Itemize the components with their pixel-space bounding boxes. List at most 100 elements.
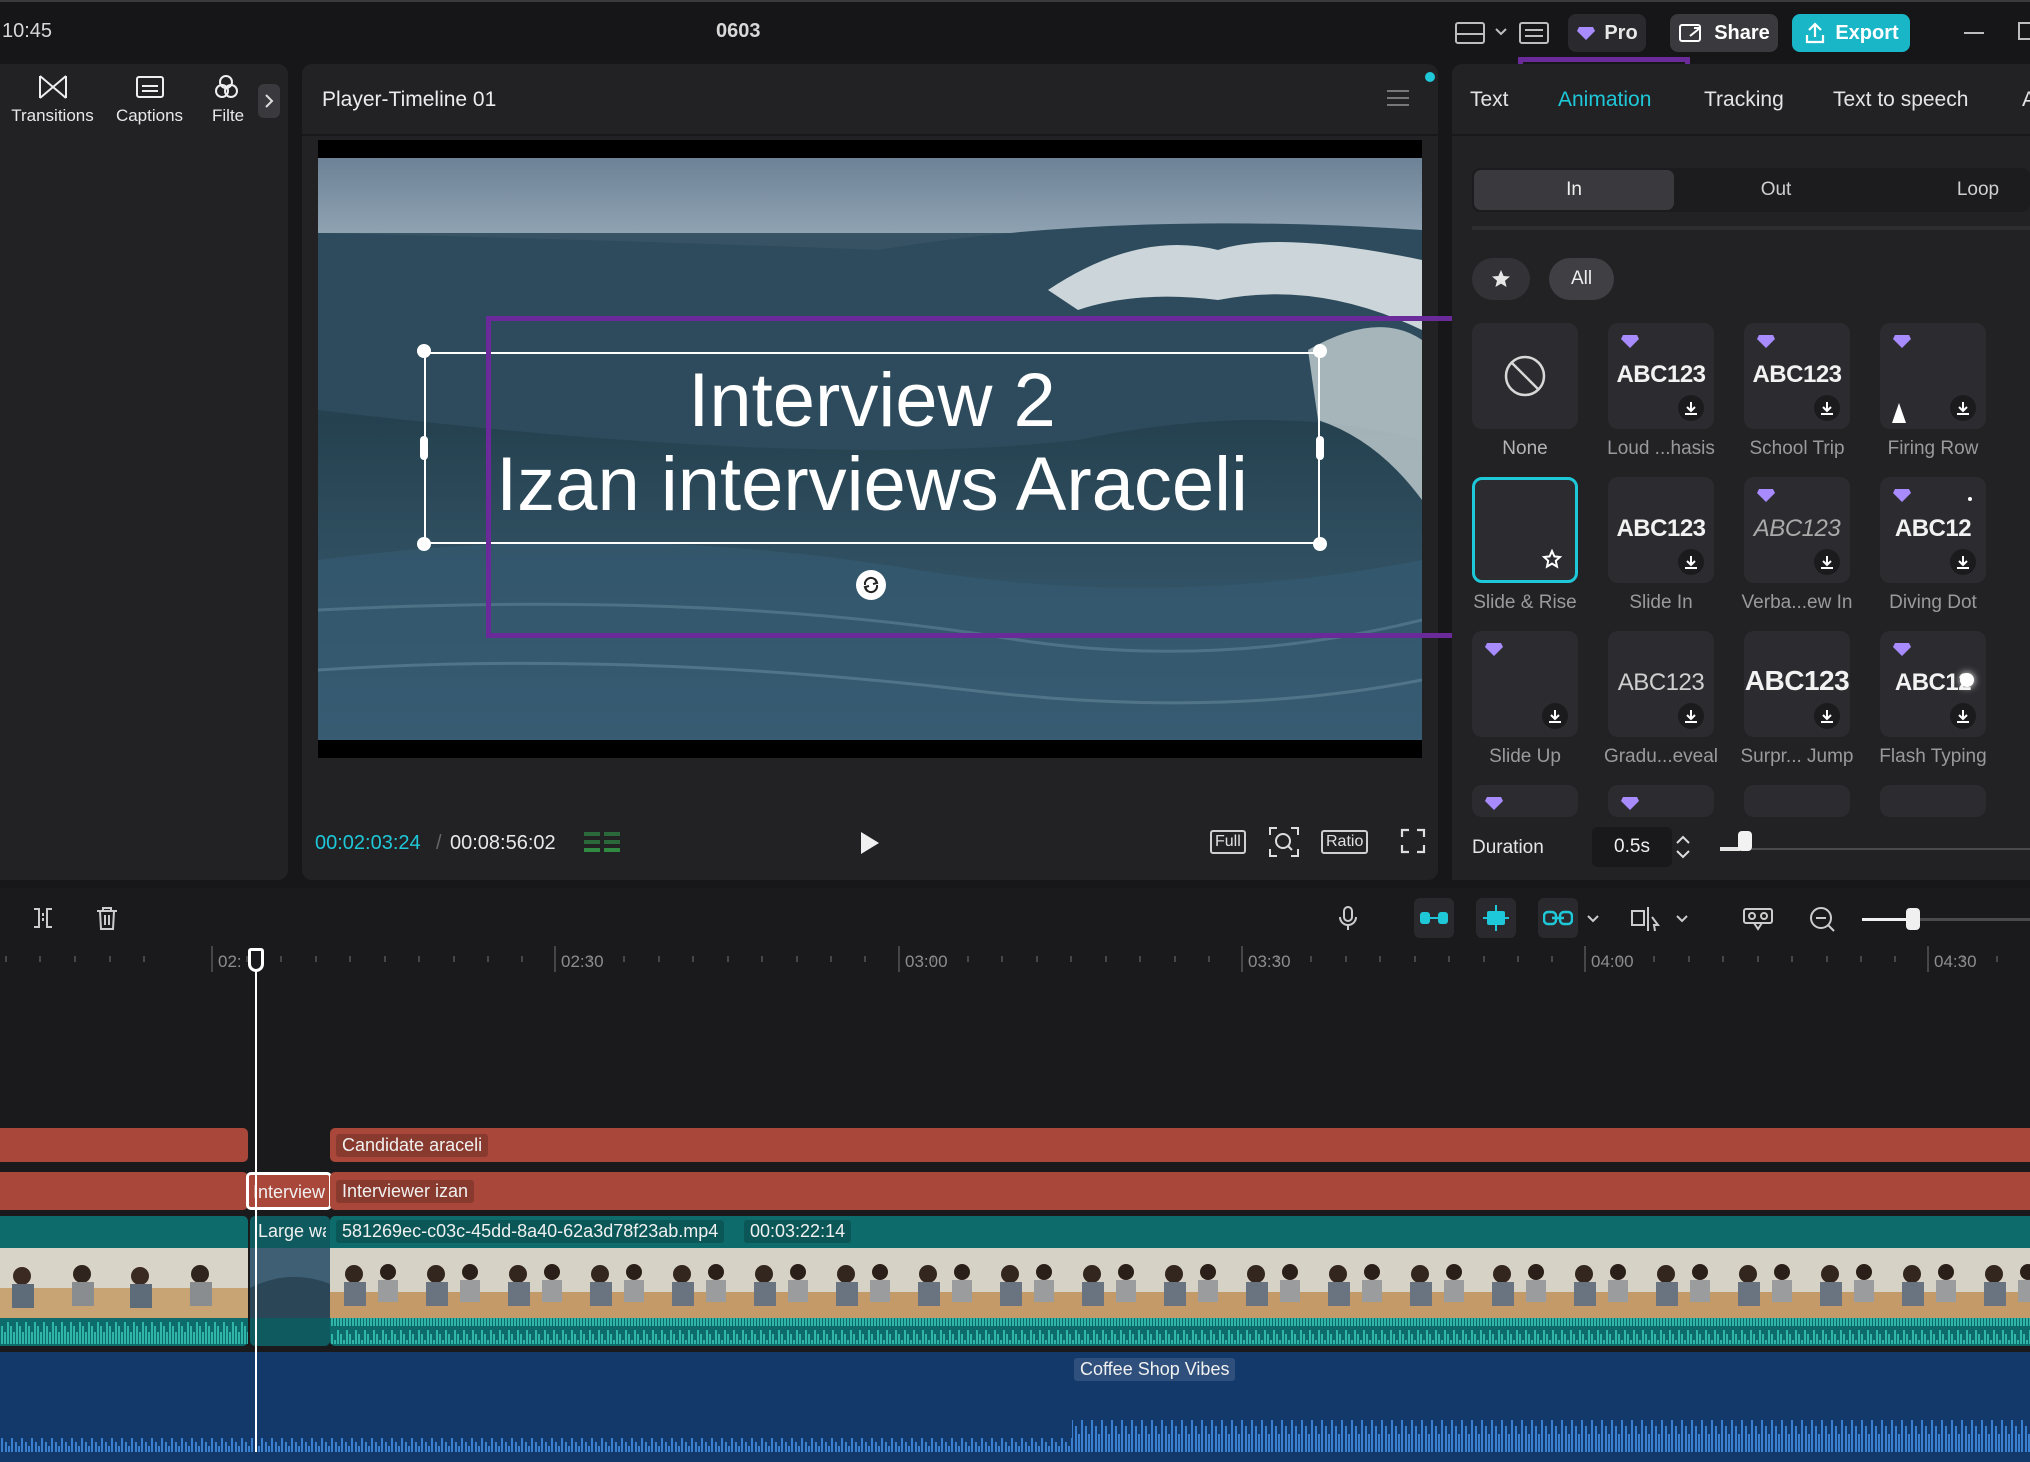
duration-slider-fill [1720,847,1740,851]
text-clip-interviewer[interactable]: Interviewer izan [330,1172,2030,1210]
glow-icon [1960,673,1974,687]
audio-clip-music[interactable]: Coffee Shop Vibes [0,1352,2030,1462]
captions-tool[interactable]: Captions [102,72,197,126]
segment-out[interactable]: Out [1676,170,1876,210]
download-icon[interactable] [1814,549,1840,575]
tab-text-to-speech[interactable]: Text to speech [1833,88,1968,112]
download-icon[interactable] [1814,395,1840,421]
text-clip[interactable] [0,1128,248,1162]
chevron-down-icon[interactable] [1494,22,1508,47]
layout-icon[interactable] [1454,20,1488,51]
download-icon[interactable] [1814,703,1840,729]
duration-slider-handle[interactable] [1738,831,1752,851]
media-panel [0,64,288,880]
animation-card[interactable] [1880,323,1986,429]
animation-card[interactable] [1744,785,1850,817]
favorites-filter[interactable] [1472,258,1530,300]
animation-card-label: Slide & Rise [1473,592,1577,613]
download-icon[interactable] [1542,703,1568,729]
animation-card[interactable]: ABC12 [1880,631,1986,737]
ratio-button[interactable]: Ratio [1321,830,1369,854]
text-clip-selected[interactable]: Interview [246,1172,332,1210]
player-menu-icon[interactable] [1386,88,1410,113]
record-voice-button[interactable] [1335,905,1361,936]
split-button[interactable] [30,905,56,936]
shortcuts-icon[interactable] [1518,20,1552,51]
main-track-magnet-button[interactable] [1414,898,1454,938]
clip-label: Candidate araceli [336,1134,489,1157]
duration-label: Duration [1472,837,1544,858]
pro-button[interactable]: Pro [1568,14,1646,52]
linkage-button[interactable] [1538,898,1578,938]
animation-card[interactable] [1472,323,1578,429]
segment-in[interactable]: In [1474,170,1674,210]
delete-button[interactable] [94,905,120,936]
all-filter[interactable]: All [1549,258,1614,300]
duration-stepper[interactable] [1674,833,1692,866]
linkage-dropdown[interactable] [1586,912,1600,931]
favorite-star-icon[interactable] [1539,546,1565,572]
fullscreen-button[interactable] [1400,828,1426,859]
zoom-fit-button[interactable] [1268,826,1300,863]
download-icon[interactable] [1678,549,1704,575]
timeline-ruler[interactable] [0,942,2030,976]
animation-card[interactable]: ABC123 [1608,631,1714,737]
zoom-slider-handle[interactable] [1906,908,1920,930]
preview-axis-dropdown[interactable] [1675,912,1689,931]
download-icon[interactable] [1678,395,1704,421]
gem-icon [1485,643,1503,656]
download-icon[interactable] [1950,549,1976,575]
minimize-button[interactable] [1964,32,1984,34]
full-quality-button[interactable]: Full [1210,830,1246,854]
segment-loop[interactable]: Loop [1878,170,2030,210]
tab-overflow[interactable]: A [2022,88,2030,112]
animation-card[interactable] [1608,785,1714,817]
ruler-label: 03:30 [1248,952,1291,971]
ruler-ticks [5,946,1998,972]
animation-card[interactable]: ABC123 [1744,631,1850,737]
filters-tool[interactable]: Filte [195,72,257,126]
clip-label: Coffee Shop Vibes [1074,1358,1236,1381]
tab-tracking[interactable]: Tracking [1704,88,1784,112]
animation-card[interactable] [1880,785,1986,817]
share-button[interactable]: Share [1670,14,1778,52]
transitions-tool[interactable]: Transitions [5,72,100,126]
animation-card[interactable] [1472,785,1578,817]
text-clip-candidate[interactable]: Candidate araceli [330,1128,2030,1162]
stepper-icon [1676,835,1690,859]
star-icon [1492,270,1510,287]
play-icon [861,832,879,854]
thumbnail-toggle-button[interactable] [1742,905,1774,938]
download-icon[interactable] [1950,703,1976,729]
zoom-out-button[interactable] [1808,905,1836,938]
animation-card[interactable]: ABC123 [1744,477,1850,583]
gem-icon [1757,335,1775,348]
animation-card-label: Slide Up [1489,746,1561,767]
animation-card-selected[interactable] [1472,477,1578,583]
animation-card[interactable] [1472,631,1578,737]
tab-animation[interactable]: Animation [1558,88,1651,112]
project-title[interactable]: 0603 [716,20,761,43]
video-clip-main[interactable]: 581269ec-c03c-45dd-8a40-62a3d78f23ab.mp4… [330,1216,2030,1346]
animation-card[interactable]: ABC123 [1608,323,1714,429]
tab-text[interactable]: Text [1470,88,1509,112]
resize-handle[interactable] [417,537,431,551]
text-clip[interactable] [0,1172,248,1210]
duration-input[interactable]: 0.5s [1592,827,1672,867]
download-icon[interactable] [1950,395,1976,421]
play-button[interactable] [858,830,882,861]
resize-handle[interactable] [417,344,431,358]
animation-card[interactable]: ABC12 [1880,477,1986,583]
animation-card[interactable]: ABC123 [1608,477,1714,583]
toolbar-expand-button[interactable] [258,84,280,118]
maximize-button[interactable] [2018,22,2030,40]
export-button[interactable]: Export [1792,14,1910,52]
video-clip-wave[interactable]: Large wa [250,1216,330,1346]
duration-slider-track[interactable] [1720,848,2030,850]
title-bar: 10:45 0603 Pro Share Export [0,0,2030,62]
download-icon[interactable] [1678,703,1704,729]
playhead-handle[interactable] [248,948,264,972]
auto-snap-button[interactable] [1476,898,1516,938]
animation-card[interactable]: ABC123 [1744,323,1850,429]
preview-axis-button[interactable] [1630,905,1662,938]
